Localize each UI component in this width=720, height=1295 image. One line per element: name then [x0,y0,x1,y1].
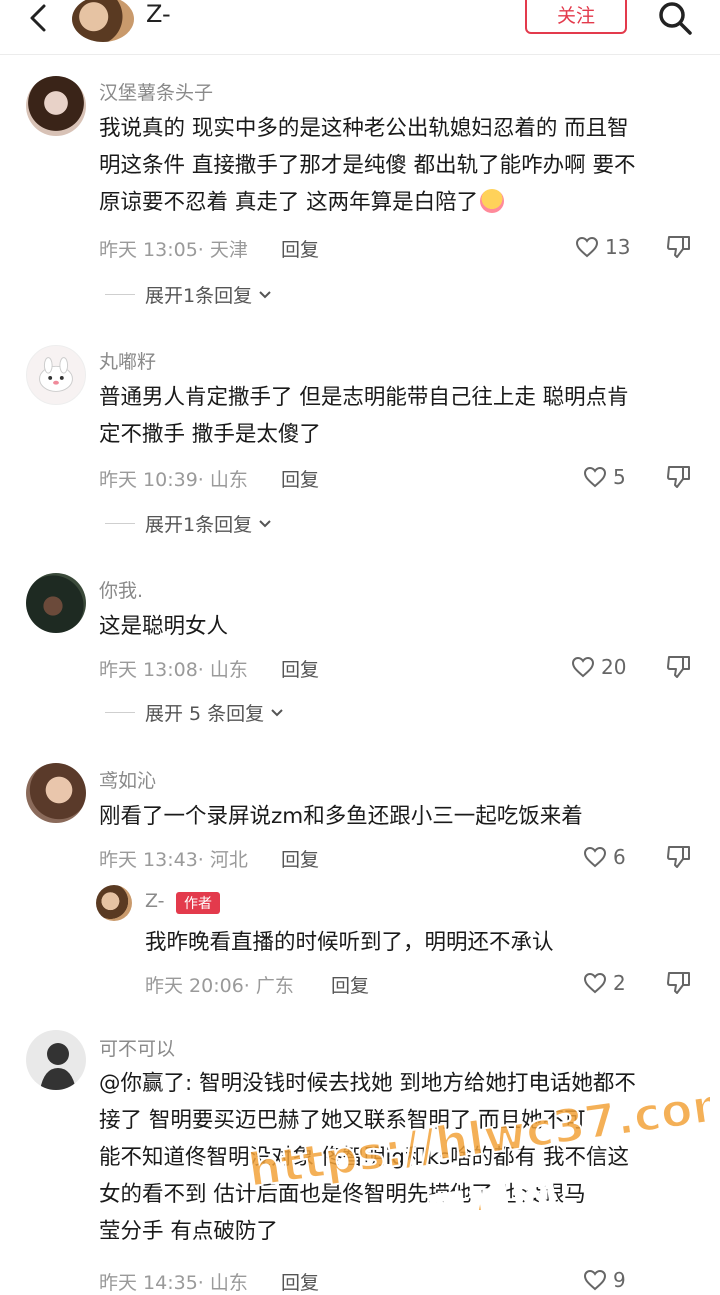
expand-replies-label: 展开1条回复 [145,285,253,307]
back-arrow-icon[interactable] [24,2,56,34]
user-avatar[interactable] [26,763,86,823]
like-count: 5 [613,465,626,489]
like-button[interactable]: 13 [575,235,630,259]
like-count: 13 [605,235,631,259]
header-divider [0,54,720,55]
comment-username[interactable]: 可不可以 [99,1034,175,1061]
comment-text: 普通男人肯定撒手了 但是志明能带自己往上走 聪明点肯 定不撒手 撒手是太傻了 [99,385,629,447]
comment-time-location: 昨天 14:35· 山东 [99,1272,248,1294]
user-avatar[interactable] [26,345,86,405]
comment-time-location: 昨天 10:39· 山东 [99,469,248,491]
dislike-icon[interactable] [666,654,692,680]
follow-button[interactable]: 关注 [525,0,627,34]
heart-icon [583,846,607,868]
author-badge: 作者 [176,892,220,914]
heart-icon [583,466,607,488]
expand-line [105,294,135,295]
expand-replies-label: 展开 5 条回复 [145,703,265,725]
like-button[interactable]: 9 [583,1268,626,1292]
reply-text: 我昨晚看直播的时候听到了，明明还不承认 [145,930,554,955]
silhouette-icon [40,1043,76,1090]
user-avatar[interactable] [26,1030,86,1090]
dislike-icon[interactable] [666,234,692,260]
comment-username[interactable]: 汉堡薯条头子 [99,78,213,105]
comment-username[interactable]: 丸嘟籽 [99,347,156,374]
comment-time-location: 昨天 13:43· 河北 [99,849,248,871]
author-name[interactable]: Z- [146,0,171,28]
expand-replies-label: 展开1条回复 [145,514,253,536]
reply-button[interactable]: 回复 [281,465,319,492]
chevron-down-icon [259,519,271,527]
expand-line [105,712,135,713]
reply-button[interactable]: 回复 [281,845,319,872]
like-button[interactable]: 5 [583,465,626,489]
reply-button[interactable]: 回复 [281,655,319,682]
top-bar: Z- 关注 [0,0,720,50]
reply-time-location: 昨天 20:06· 广东 [145,975,294,997]
dislike-icon[interactable] [666,844,692,870]
heart-icon [583,972,607,994]
heart-icon [583,1269,607,1291]
author-avatar[interactable] [72,0,134,42]
comment-username[interactable]: 你我. [99,576,143,603]
like-count: 20 [601,655,627,679]
hug-emoji-icon [480,189,505,213]
reply-button[interactable]: 回复 [281,1268,319,1295]
expand-replies-button[interactable]: 展开1条回复 [105,510,272,537]
like-count: 9 [613,1268,626,1292]
author-reply-avatar[interactable] [96,885,132,921]
comment-time-location: 昨天 13:08· 山东 [99,659,248,681]
comment-text: 我说真的 现实中多的是这种老公出轨媳妇忍着的 而且智 明这条件 直接撒手了那才是… [99,116,636,215]
comment-text: @你赢了: 智明没钱时候去找她 到地方给她打电话她都不 接了 智明要买迈巴赫了她… [99,1071,636,1244]
bunny-icon [39,357,73,392]
chevron-down-icon [259,290,271,298]
comment-text: 刚看了一个录屏说zm和多鱼还跟小三一起吃饭来着 [99,804,583,829]
like-button[interactable]: 20 [571,655,626,679]
heart-icon [571,656,595,678]
reply-button[interactable]: 回复 [281,235,319,262]
dislike-icon[interactable] [666,970,692,996]
heart-icon [575,236,599,258]
comment-username[interactable]: 鸢如沁 [99,766,156,793]
like-button[interactable]: 2 [583,971,626,995]
dislike-icon[interactable] [666,464,692,490]
reply-button[interactable]: 回复 [331,971,369,998]
like-count: 2 [613,971,626,995]
comment-time-location: 昨天 13:05· 天津 [99,239,248,261]
user-avatar[interactable] [26,573,86,633]
search-icon[interactable] [657,0,693,36]
reply-username[interactable]: Z- [145,890,165,912]
expand-line [105,523,135,524]
like-button[interactable]: 6 [583,845,626,869]
chevron-down-icon [271,708,283,716]
user-avatar[interactable] [26,76,86,136]
expand-replies-button[interactable]: 展开1条回复 [105,281,272,308]
like-count: 6 [613,845,626,869]
comment-text: 这是聪明女人 [99,614,229,639]
expand-replies-button[interactable]: 展开 5 条回复 [105,699,284,726]
